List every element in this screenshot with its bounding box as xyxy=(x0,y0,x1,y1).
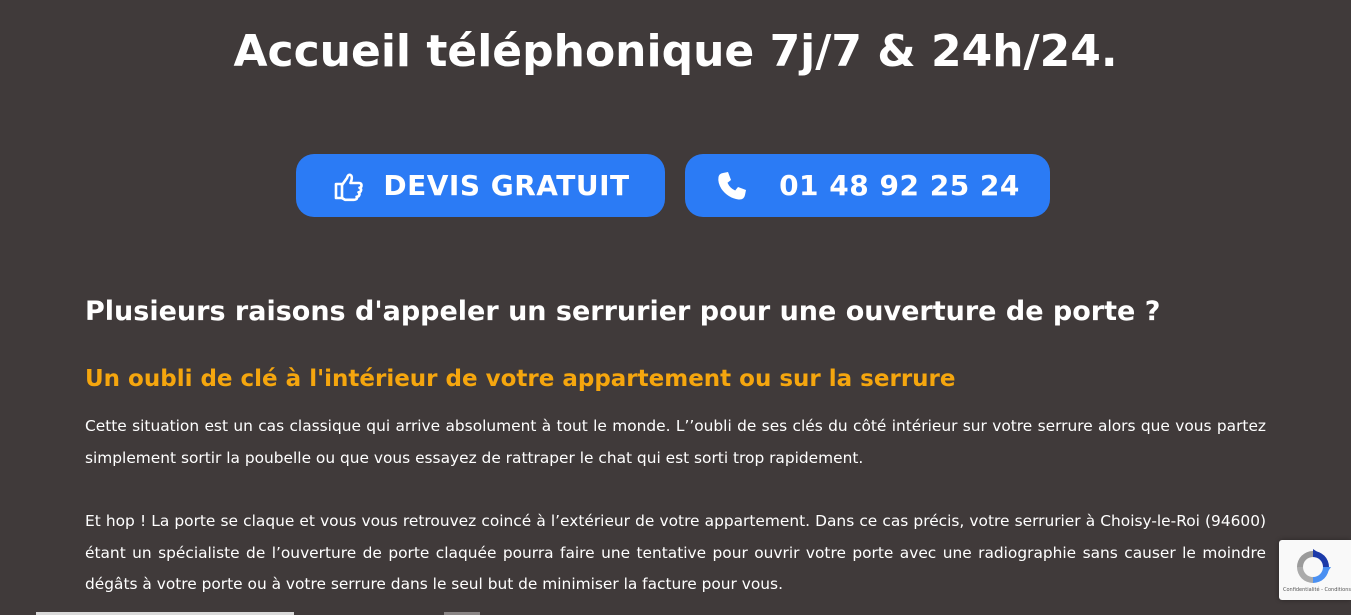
phone-number-label: 01 48 92 25 24 xyxy=(779,169,1020,202)
cta-row: DEVIS GRATUIT 01 48 92 25 24 xyxy=(0,154,1351,217)
page: Accueil téléphonique 7j/7 & 24h/24. DEVI… xyxy=(0,0,1351,615)
paragraph-1: Cette situation est un cas classique qui… xyxy=(85,417,1266,467)
section-subheading: Un oubli de clé à l'intérieur de votre a… xyxy=(85,366,956,392)
recaptcha-terms[interactable]: Confidentialité - Conditions xyxy=(1283,587,1351,593)
hero-title: Accueil téléphonique 7j/7 & 24h/24. xyxy=(233,26,1118,77)
free-quote-label: DEVIS GRATUIT xyxy=(383,169,630,202)
recaptcha-icon xyxy=(1293,547,1333,587)
phone-icon xyxy=(715,169,749,203)
phone-call-button[interactable]: 01 48 92 25 24 xyxy=(685,154,1050,217)
recaptcha-badge[interactable]: Confidentialité - Conditions xyxy=(1279,540,1351,600)
section-heading: Plusieurs raisons d'appeler un serrurier… xyxy=(85,296,1161,327)
free-quote-button[interactable]: DEVIS GRATUIT xyxy=(296,154,665,217)
thumbs-up-pointing-icon xyxy=(331,169,365,203)
paragraph-2: Et hop ! La porte se claque et vous vous… xyxy=(85,512,1266,593)
